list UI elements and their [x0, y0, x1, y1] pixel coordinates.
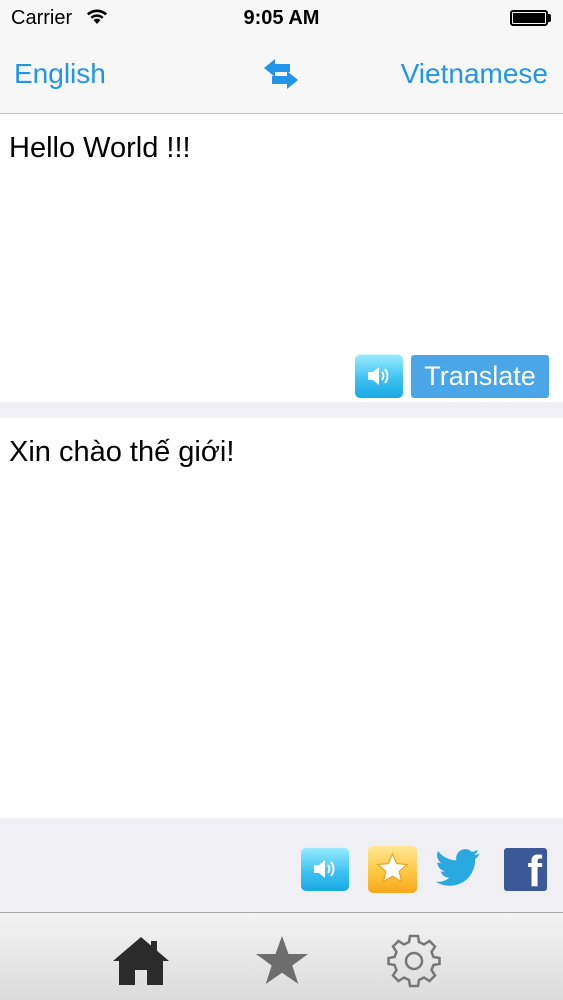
language-bar: English Vietnamese	[0, 40, 563, 114]
translation-area: Xin chào thế giới!	[0, 418, 563, 818]
translate-button[interactable]: Translate	[411, 355, 549, 398]
translated-text: Xin chào thế giới!	[9, 436, 235, 468]
battery-icon	[510, 10, 548, 26]
speaker-icon	[314, 860, 335, 878]
status-bar: Carrier 9:05 AM	[0, 0, 563, 40]
facebook-button[interactable]: f	[504, 848, 547, 891]
swap-arrows-icon[interactable]	[260, 56, 302, 92]
status-time: 9:05 AM	[243, 7, 320, 29]
star-icon	[376, 852, 409, 883]
speak-translation-button[interactable]	[301, 847, 349, 891]
star-icon[interactable]	[252, 933, 312, 989]
home-icon[interactable]	[111, 933, 171, 989]
facebook-icon: f	[527, 848, 542, 891]
panel-divider	[0, 402, 563, 418]
battery-tip	[548, 14, 551, 22]
tab-bar	[0, 912, 563, 1000]
gear-icon[interactable]	[384, 933, 444, 989]
add-favorite-button[interactable]	[368, 845, 417, 893]
twitter-icon[interactable]	[436, 848, 482, 890]
speaker-icon	[368, 367, 389, 385]
source-language-button[interactable]: English	[14, 58, 106, 90]
source-text[interactable]: Hello World !!!	[9, 132, 191, 165]
target-language-button[interactable]: Vietnamese	[401, 58, 548, 90]
speak-source-button[interactable]	[355, 354, 403, 398]
